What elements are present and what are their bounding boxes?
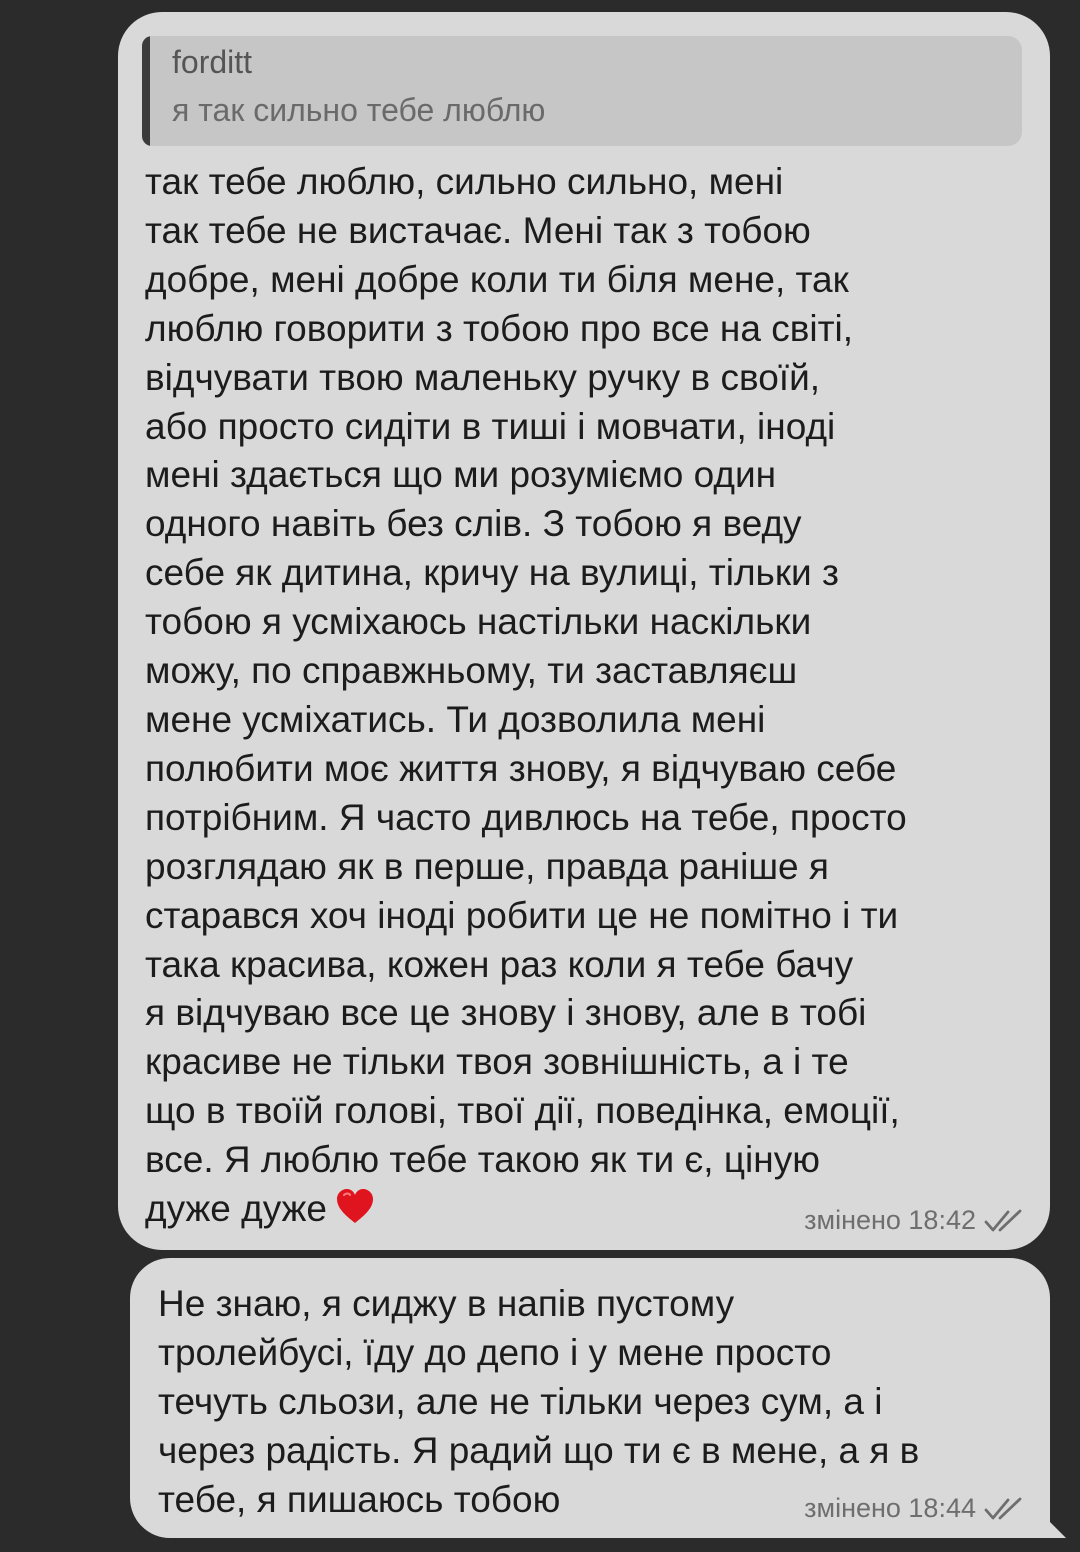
message-line: розглядаю як в перше, правда раніше я bbox=[145, 845, 829, 887]
message-line: відчувати твою маленьку ручку в своїй, bbox=[145, 356, 821, 398]
message-bubble-outgoing-1[interactable]: forditt я так сильно тебе люблю так тебе… bbox=[118, 12, 1050, 1250]
message-line: через радість. Я радий що ти є в мене, а… bbox=[158, 1429, 920, 1471]
message-line: тобою я усміхаюсь настільки наскільки bbox=[145, 601, 812, 643]
message-line: все. Я люблю тебе такою як ти є, ціную bbox=[145, 1139, 820, 1181]
edited-timestamp: змінено 18:42 bbox=[804, 1205, 976, 1235]
message-line: можу, по справжньому, ти заставляєш bbox=[145, 650, 798, 692]
chat-view: forditt я так сильно тебе люблю так тебе… bbox=[0, 0, 1080, 1552]
message-line: люблю говорити з тобою про все на світі, bbox=[145, 307, 854, 349]
reply-quote[interactable]: forditt я так сильно тебе люблю bbox=[142, 36, 1022, 146]
message-bubble-outgoing-2[interactable]: Не знаю, я сиджу в напів пустому тролейб… bbox=[130, 1258, 1066, 1538]
message-line: тролейбусі, їду до депо і у мене просто bbox=[158, 1331, 832, 1373]
message-line: течуть сльози, але не тільки через сум, … bbox=[158, 1380, 883, 1422]
double-check-icon bbox=[984, 1208, 1028, 1234]
message-line: Не знаю, я сиджу в напів пустому bbox=[158, 1283, 735, 1324]
message-line: так тебе люблю, сильно сильно, мені bbox=[145, 161, 784, 202]
reply-quote-bar bbox=[142, 36, 150, 146]
message-line: одного навіть без слів. З тобою я веду bbox=[145, 503, 802, 545]
reply-author: forditt bbox=[172, 44, 253, 80]
message-line: або просто сидіти в тиші і мовчати, інод… bbox=[145, 405, 836, 447]
message-meta: змінено 18:42 bbox=[804, 1205, 1028, 1236]
message-line: добре, мені добре коли ти біля мене, так bbox=[145, 258, 849, 300]
message-line: що в твоїй голові, твої дії, поведінка, … bbox=[145, 1090, 900, 1132]
red-heart-icon bbox=[335, 1187, 375, 1227]
edited-timestamp: змінено 18:44 bbox=[804, 1493, 976, 1523]
message-meta: змінено 18:44 bbox=[804, 1493, 1028, 1524]
message-line: так тебе не вистачає. Мені так з тобою bbox=[145, 209, 811, 251]
message-line: потрібним. Я часто дивлюсь на тебе, прос… bbox=[145, 796, 907, 838]
reply-text: я так сильно тебе люблю bbox=[172, 92, 546, 128]
message-line: себе як дитина, кричу на вулиці, тільки … bbox=[145, 552, 839, 594]
message-text: Не знаю, я сиджу в напів пустому тролейб… bbox=[158, 1280, 1038, 1525]
message-line: старався хоч іноді робити це не помітно … bbox=[145, 894, 899, 936]
double-check-icon bbox=[984, 1496, 1028, 1522]
message-line: я відчуваю все це знову і знову, але в т… bbox=[145, 992, 867, 1034]
message-line: полюбити моє життя знову, я відчуваю себ… bbox=[145, 747, 897, 789]
message-text: так тебе люблю, сильно сильно, мені так … bbox=[145, 158, 1025, 1234]
message-line: мені здається що ми розуміємо один bbox=[145, 454, 777, 496]
message-line: красиве не тільки твоя зовнішність, а і … bbox=[145, 1041, 849, 1083]
message-line: така красива, кожен раз коли я тебе бачу bbox=[145, 943, 854, 985]
message-line-text: дуже дуже bbox=[145, 1188, 327, 1230]
message-line: мене усміхатись. Ти дозволила мені bbox=[145, 698, 766, 740]
